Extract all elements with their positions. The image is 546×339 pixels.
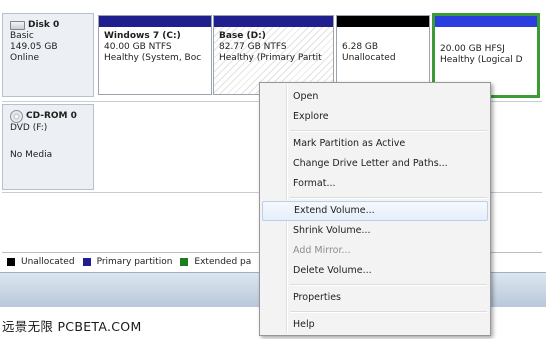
cdrom-name: CD-ROM 0 (26, 111, 77, 121)
cdrom-type: DVD (F:) (10, 123, 48, 133)
legend-label: Unallocated (21, 257, 75, 267)
menu-item-mark-active[interactable]: Mark Partition as Active (262, 134, 488, 154)
partition-size: 6.28 GB (342, 42, 379, 52)
watermark-text: 远景无限 PCBETA.COM (2, 319, 142, 334)
menu-separator (260, 127, 490, 134)
disk-size: 149.05 GB (10, 42, 58, 52)
context-menu: Open Explore Mark Partition as Active Ch… (259, 82, 491, 336)
legend-label: Primary partition (96, 257, 173, 267)
partition-status: Healthy (System, Boc (104, 53, 202, 63)
menu-item-change-drive-letter[interactable]: Change Drive Letter and Paths... (262, 154, 488, 174)
partition-title: Base (D:) (219, 31, 266, 41)
hard-disk-icon (10, 21, 25, 30)
partition-bar (214, 16, 333, 27)
partition-bar (99, 16, 211, 27)
menu-item-explore[interactable]: Explore (262, 107, 488, 127)
menu-item-format[interactable]: Format... (262, 174, 488, 194)
partition-status: Healthy (Logical D (440, 55, 523, 65)
partition-title: Windows 7 (C:) (104, 31, 181, 41)
disk-name: Disk 0 (28, 20, 60, 30)
legend-swatch-extended (180, 258, 189, 266)
menu-item-delete-volume[interactable]: Delete Volume... (262, 261, 488, 281)
menu-item-extend-volume[interactable]: Extend Volume... (262, 201, 488, 221)
menu-separator (260, 281, 490, 288)
partition-size: 82.77 GB NTFS (219, 42, 287, 52)
menu-item-properties[interactable]: Properties (262, 288, 488, 308)
cdrom-status: No Media (10, 150, 53, 160)
menu-item-help[interactable]: Help (262, 315, 488, 335)
menu-item-shrink-volume[interactable]: Shrink Volume... (262, 221, 488, 241)
menu-item-open[interactable]: Open (262, 87, 488, 107)
disk-type: Basic (10, 31, 34, 41)
partition-windows7[interactable]: Windows 7 (C:) 40.00 GB NTFS Healthy (Sy… (98, 15, 212, 95)
disk-management-view: Disk 0 Basic 149.05 GB Online Windows 7 … (0, 0, 546, 339)
disk-status: Online (10, 53, 40, 63)
menu-separator (260, 308, 490, 315)
menu-separator (260, 194, 490, 201)
partition-status: Unallocated (342, 53, 396, 63)
legend-swatch-unallocated (7, 258, 15, 266)
partition-bar (435, 16, 537, 27)
disk-0-label[interactable]: Disk 0 Basic 149.05 GB Online (2, 13, 94, 97)
partition-size: 40.00 GB NTFS (104, 42, 172, 52)
legend-swatch-primary (82, 258, 91, 266)
partition-bar (337, 16, 429, 27)
cd-rom-icon (10, 110, 23, 123)
partition-size: 20.00 GB HFSJ (440, 44, 505, 54)
partition-status: Healthy (Primary Partit (219, 53, 322, 63)
legend-label: Extended pa (194, 257, 252, 267)
cdrom-0-label[interactable]: CD-ROM 0 DVD (F:) No Media (2, 104, 94, 190)
menu-item-add-mirror: Add Mirror... (293, 245, 351, 256)
